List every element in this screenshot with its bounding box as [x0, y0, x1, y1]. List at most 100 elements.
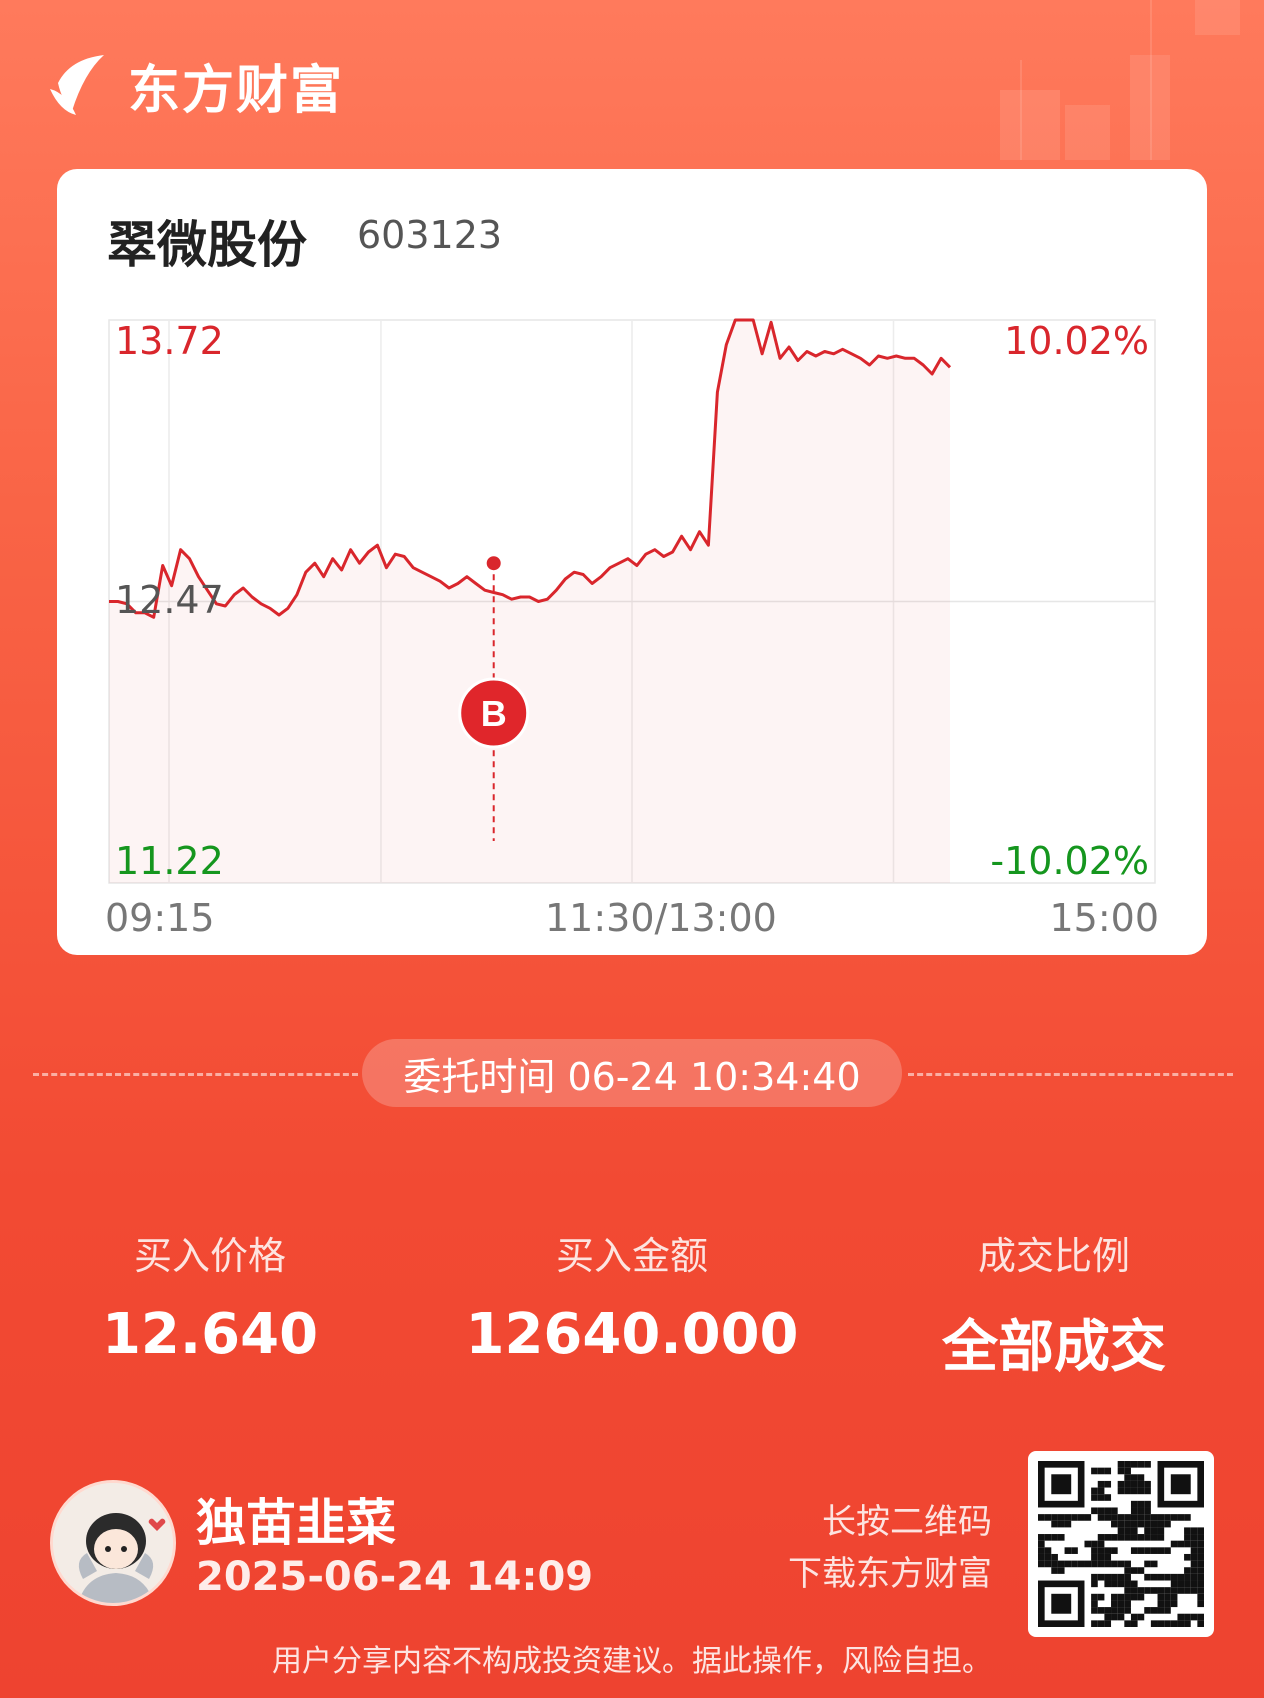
qr-module	[1150, 1587, 1158, 1594]
qr-module	[1130, 1567, 1138, 1574]
qr-module	[1164, 1547, 1171, 1554]
qr-module	[1077, 1560, 1085, 1568]
qr-module	[1144, 1573, 1151, 1581]
qr-module	[1137, 1500, 1145, 1508]
share-time: 2025-06-24 14:09	[196, 1554, 594, 1600]
qr-module	[1190, 1553, 1198, 1561]
qr-module	[1064, 1560, 1072, 1568]
stat-value: 全部成交	[942, 1315, 1166, 1380]
qr-code[interactable]	[1028, 1451, 1214, 1637]
qr-module	[1097, 1593, 1105, 1601]
qr-module	[1177, 1620, 1185, 1627]
qr-module	[1111, 1560, 1118, 1568]
qr-module	[1130, 1593, 1138, 1601]
qr-module	[1130, 1534, 1138, 1541]
qr-module	[1157, 1573, 1165, 1581]
qr-module	[1190, 1573, 1198, 1581]
qr-module	[1111, 1573, 1118, 1581]
qr-module	[1124, 1593, 1131, 1601]
qr-module	[1170, 1540, 1178, 1548]
brand-header: 东方财富	[50, 50, 344, 121]
qr-module	[1117, 1593, 1125, 1601]
stat-buy-amount: 买入金额 12640.000	[452, 1225, 812, 1367]
y-label-high: 13.72	[115, 319, 224, 363]
x-tick-open: 09:15	[105, 896, 215, 940]
divider-left	[33, 1073, 358, 1076]
qr-module	[1190, 1567, 1198, 1574]
qr-module	[1071, 1514, 1078, 1521]
qr-module	[1117, 1607, 1125, 1614]
qr-module	[1130, 1474, 1138, 1481]
qr-module	[1057, 1560, 1065, 1568]
qr-module	[1111, 1593, 1118, 1601]
qr-module	[1124, 1607, 1131, 1614]
qr-module	[1091, 1593, 1098, 1601]
qr-module	[1190, 1540, 1198, 1548]
qr-module	[1184, 1540, 1191, 1548]
qr-hint: 长按二维码 下载东方财富	[788, 1496, 992, 1600]
qr-hint-line1: 长按二维码	[822, 1502, 992, 1542]
qr-module	[1104, 1507, 1112, 1515]
qr-module	[1144, 1587, 1151, 1594]
qr-module	[1157, 1520, 1165, 1528]
brand-logo-icon	[50, 55, 104, 115]
bg-candle	[1065, 105, 1110, 160]
qr-module	[1051, 1560, 1058, 1568]
qr-module	[1157, 1527, 1165, 1535]
qr-module	[1064, 1547, 1072, 1554]
qr-module	[1184, 1573, 1191, 1581]
qr-module	[1144, 1461, 1151, 1468]
qr-module	[1071, 1560, 1078, 1568]
qr-module	[1104, 1534, 1112, 1541]
qr-module	[1117, 1580, 1125, 1588]
qr-module	[1097, 1607, 1105, 1614]
qr-module	[1104, 1494, 1112, 1501]
qr-module	[1117, 1613, 1125, 1621]
user-avatar[interactable]	[50, 1480, 176, 1606]
qr-module	[1111, 1580, 1118, 1588]
qr-module	[1124, 1487, 1131, 1495]
qr-module	[1157, 1514, 1165, 1521]
qr-module	[1184, 1514, 1191, 1521]
qr-module	[1130, 1461, 1138, 1468]
qr-module	[1130, 1480, 1138, 1488]
qr-module	[1097, 1573, 1105, 1581]
qr-module	[1064, 1514, 1072, 1521]
qr-module	[1197, 1600, 1204, 1608]
qr-module	[1137, 1587, 1145, 1594]
qr-module	[1111, 1600, 1118, 1608]
qr-module	[1190, 1587, 1198, 1594]
qr-module	[1104, 1620, 1112, 1627]
qr-module	[1091, 1553, 1098, 1561]
qr-module	[1170, 1474, 1191, 1495]
qr-module	[1184, 1527, 1191, 1535]
qr-module	[1071, 1547, 1078, 1554]
stat-value: 12.640	[101, 1302, 319, 1367]
stat-label: 买入金额	[555, 1234, 708, 1278]
user-name: 独苗韭菜	[196, 1494, 396, 1552]
stat-label: 买入价格	[133, 1234, 286, 1278]
qr-module	[1190, 1580, 1198, 1588]
qr-module	[1177, 1580, 1185, 1588]
qr-module	[1091, 1540, 1098, 1548]
qr-module	[1130, 1613, 1138, 1621]
qr-module	[1097, 1560, 1105, 1568]
qr-module	[1150, 1620, 1158, 1627]
disclaimer: 用户分享内容不构成投资建议。据此操作，风险自担。	[272, 1644, 992, 1679]
qr-module	[1124, 1527, 1131, 1535]
qr-module	[1197, 1527, 1204, 1535]
qr-module	[1097, 1553, 1105, 1561]
stock-chart-card: 翠微股份 603123 B 13.72 12.47 11.22 10.02% -…	[57, 169, 1207, 955]
stat-value: 12640.000	[465, 1302, 799, 1367]
qr-module	[1144, 1507, 1151, 1515]
qr-module	[1137, 1547, 1145, 1554]
qr-module	[1177, 1573, 1185, 1581]
qr-module	[1130, 1487, 1138, 1495]
qr-module	[1117, 1461, 1125, 1468]
qr-module	[1104, 1467, 1112, 1475]
qr-module	[1124, 1534, 1131, 1541]
qr-code-icon	[1038, 1461, 1204, 1627]
qr-module	[1091, 1600, 1098, 1608]
bg-candle	[1000, 90, 1060, 160]
qr-module	[1130, 1527, 1138, 1535]
